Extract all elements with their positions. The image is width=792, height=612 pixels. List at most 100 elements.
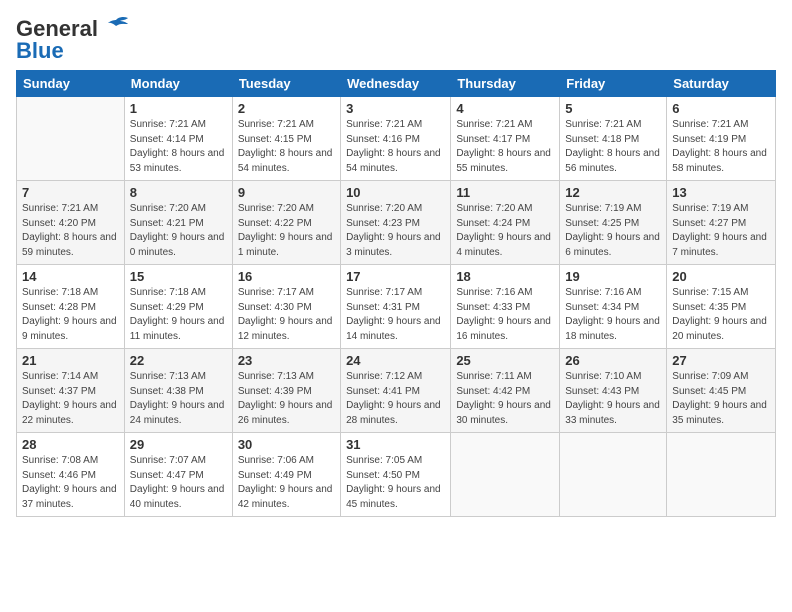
day-number: 28 (22, 437, 119, 452)
day-number: 29 (130, 437, 227, 452)
calendar-cell: 14 Sunrise: 7:18 AMSunset: 4:28 PMDayligh… (17, 265, 125, 349)
day-number: 22 (130, 353, 227, 368)
day-detail: Sunrise: 7:17 AMSunset: 4:30 PMDaylight:… (238, 286, 335, 344)
calendar-cell: 13 Sunrise: 7:19 AMSunset: 4:27 PMDayligh… (667, 181, 776, 265)
day-detail: Sunrise: 7:14 AMSunset: 4:37 PMDaylight:… (22, 370, 119, 428)
day-number: 6 (672, 101, 770, 116)
weekday-header-row: SundayMondayTuesdayWednesdayThursdayFrid… (17, 71, 776, 97)
calendar-cell: 28 Sunrise: 7:08 AMSunset: 4:46 PMDayligh… (17, 433, 125, 517)
day-number: 19 (565, 269, 661, 284)
day-number: 14 (22, 269, 119, 284)
day-detail: Sunrise: 7:21 AMSunset: 4:20 PMDaylight:… (22, 202, 119, 260)
day-detail: Sunrise: 7:20 AMSunset: 4:22 PMDaylight:… (238, 202, 335, 260)
calendar-cell: 25 Sunrise: 7:11 AMSunset: 4:42 PMDayligh… (451, 349, 560, 433)
day-detail: Sunrise: 7:21 AMSunset: 4:15 PMDaylight:… (238, 118, 335, 176)
calendar-cell: 4Sunrise: 7:21 AMSunset: 4:17 PMDaylight… (451, 97, 560, 181)
weekday-header-sunday: Sunday (17, 71, 125, 97)
day-number: 31 (346, 437, 445, 452)
weekday-header-thursday: Thursday (451, 71, 560, 97)
day-detail: Sunrise: 7:21 AMSunset: 4:19 PMDaylight:… (672, 118, 770, 176)
calendar-table: SundayMondayTuesdayWednesdayThursdayFrid… (16, 70, 776, 517)
calendar-cell: 1 Sunrise: 7:21 AMSunset: 4:14 PMDaylight… (124, 97, 232, 181)
calendar-cell (17, 97, 125, 181)
day-detail: Sunrise: 7:18 AMSunset: 4:29 PMDaylight:… (130, 286, 227, 344)
calendar-cell: 18Sunrise: 7:16 AMSunset: 4:33 PMDayligh… (451, 265, 560, 349)
day-number: 17 (346, 269, 445, 284)
day-number: 21 (22, 353, 119, 368)
day-number: 13 (672, 185, 770, 200)
logo-blue-text: Blue (16, 38, 64, 64)
calendar-cell: 19Sunrise: 7:16 AMSunset: 4:34 PMDayligh… (560, 265, 667, 349)
day-detail: Sunrise: 7:21 AMSunset: 4:18 PMDaylight:… (565, 118, 661, 176)
day-number: 24 (346, 353, 445, 368)
day-detail: Sunrise: 7:18 AMSunset: 4:28 PMDaylight:… (22, 286, 119, 344)
day-detail: Sunrise: 7:20 AMSunset: 4:23 PMDaylight:… (346, 202, 445, 260)
calendar-cell: 23 Sunrise: 7:13 AMSunset: 4:39 PMDayligh… (232, 349, 340, 433)
day-detail: Sunrise: 7:08 AMSunset: 4:46 PMDaylight:… (22, 454, 119, 512)
logo-bird-icon (102, 16, 130, 38)
day-detail: Sunrise: 7:15 AMSunset: 4:35 PMDaylight:… (672, 286, 770, 344)
calendar-cell: 7 Sunrise: 7:21 AMSunset: 4:20 PMDaylight… (17, 181, 125, 265)
weekday-header-monday: Monday (124, 71, 232, 97)
day-number: 4 (456, 101, 554, 116)
day-detail: Sunrise: 7:13 AMSunset: 4:38 PMDaylight:… (130, 370, 227, 428)
day-detail: Sunrise: 7:10 AMSunset: 4:43 PMDaylight:… (565, 370, 661, 428)
calendar-cell: 11 Sunrise: 7:20 AMSunset: 4:24 PMDayligh… (451, 181, 560, 265)
calendar-cell: 29Sunrise: 7:07 AMSunset: 4:47 PMDayligh… (124, 433, 232, 517)
day-number: 5 (565, 101, 661, 116)
day-detail: Sunrise: 7:12 AMSunset: 4:41 PMDaylight:… (346, 370, 445, 428)
calendar-cell (560, 433, 667, 517)
day-detail: Sunrise: 7:09 AMSunset: 4:45 PMDaylight:… (672, 370, 770, 428)
day-detail: Sunrise: 7:13 AMSunset: 4:39 PMDaylight:… (238, 370, 335, 428)
day-number: 3 (346, 101, 445, 116)
calendar-cell: 24 Sunrise: 7:12 AMSunset: 4:41 PMDayligh… (341, 349, 451, 433)
day-detail: Sunrise: 7:11 AMSunset: 4:42 PMDaylight:… (456, 370, 554, 428)
day-detail: Sunrise: 7:05 AMSunset: 4:50 PMDaylight:… (346, 454, 445, 512)
calendar-cell: 17 Sunrise: 7:17 AMSunset: 4:31 PMDayligh… (341, 265, 451, 349)
calendar-cell (451, 433, 560, 517)
calendar-cell: 31 Sunrise: 7:05 AMSunset: 4:50 PMDayligh… (341, 433, 451, 517)
calendar-cell: 15 Sunrise: 7:18 AMSunset: 4:29 PMDayligh… (124, 265, 232, 349)
day-number: 11 (456, 185, 554, 200)
day-number: 16 (238, 269, 335, 284)
calendar-cell: 16 Sunrise: 7:17 AMSunset: 4:30 PMDayligh… (232, 265, 340, 349)
day-detail: Sunrise: 7:20 AMSunset: 4:24 PMDaylight:… (456, 202, 554, 260)
day-number: 18 (456, 269, 554, 284)
day-number: 10 (346, 185, 445, 200)
calendar-cell: 12Sunrise: 7:19 AMSunset: 4:25 PMDayligh… (560, 181, 667, 265)
week-row-1: 1 Sunrise: 7:21 AMSunset: 4:14 PMDaylight… (17, 97, 776, 181)
calendar-cell: 30 Sunrise: 7:06 AMSunset: 4:49 PMDayligh… (232, 433, 340, 517)
day-number: 27 (672, 353, 770, 368)
day-number: 8 (130, 185, 227, 200)
weekday-header-tuesday: Tuesday (232, 71, 340, 97)
header: General Blue (16, 16, 776, 64)
day-detail: Sunrise: 7:06 AMSunset: 4:49 PMDaylight:… (238, 454, 335, 512)
calendar-cell: 9Sunrise: 7:20 AMSunset: 4:22 PMDaylight… (232, 181, 340, 265)
day-detail: Sunrise: 7:19 AMSunset: 4:27 PMDaylight:… (672, 202, 770, 260)
calendar-cell: 2Sunrise: 7:21 AMSunset: 4:15 PMDaylight… (232, 97, 340, 181)
calendar-cell: 22 Sunrise: 7:13 AMSunset: 4:38 PMDayligh… (124, 349, 232, 433)
day-detail: Sunrise: 7:21 AMSunset: 4:16 PMDaylight:… (346, 118, 445, 176)
calendar-cell: 26Sunrise: 7:10 AMSunset: 4:43 PMDayligh… (560, 349, 667, 433)
day-number: 1 (130, 101, 227, 116)
calendar-cell: 8Sunrise: 7:20 AMSunset: 4:21 PMDaylight… (124, 181, 232, 265)
day-number: 23 (238, 353, 335, 368)
day-detail: Sunrise: 7:21 AMSunset: 4:14 PMDaylight:… (130, 118, 227, 176)
calendar-cell: 20 Sunrise: 7:15 AMSunset: 4:35 PMDayligh… (667, 265, 776, 349)
logo: General Blue (16, 16, 130, 64)
day-number: 20 (672, 269, 770, 284)
calendar-cell: 3 Sunrise: 7:21 AMSunset: 4:16 PMDaylight… (341, 97, 451, 181)
day-number: 7 (22, 185, 119, 200)
calendar-cell: 6 Sunrise: 7:21 AMSunset: 4:19 PMDaylight… (667, 97, 776, 181)
week-row-3: 14 Sunrise: 7:18 AMSunset: 4:28 PMDayligh… (17, 265, 776, 349)
week-row-2: 7 Sunrise: 7:21 AMSunset: 4:20 PMDaylight… (17, 181, 776, 265)
calendar-cell (667, 433, 776, 517)
calendar-cell: 10 Sunrise: 7:20 AMSunset: 4:23 PMDayligh… (341, 181, 451, 265)
day-number: 30 (238, 437, 335, 452)
calendar-cell: 5 Sunrise: 7:21 AMSunset: 4:18 PMDaylight… (560, 97, 667, 181)
week-row-5: 28 Sunrise: 7:08 AMSunset: 4:46 PMDayligh… (17, 433, 776, 517)
day-number: 15 (130, 269, 227, 284)
day-detail: Sunrise: 7:17 AMSunset: 4:31 PMDaylight:… (346, 286, 445, 344)
week-row-4: 21 Sunrise: 7:14 AMSunset: 4:37 PMDayligh… (17, 349, 776, 433)
day-number: 25 (456, 353, 554, 368)
